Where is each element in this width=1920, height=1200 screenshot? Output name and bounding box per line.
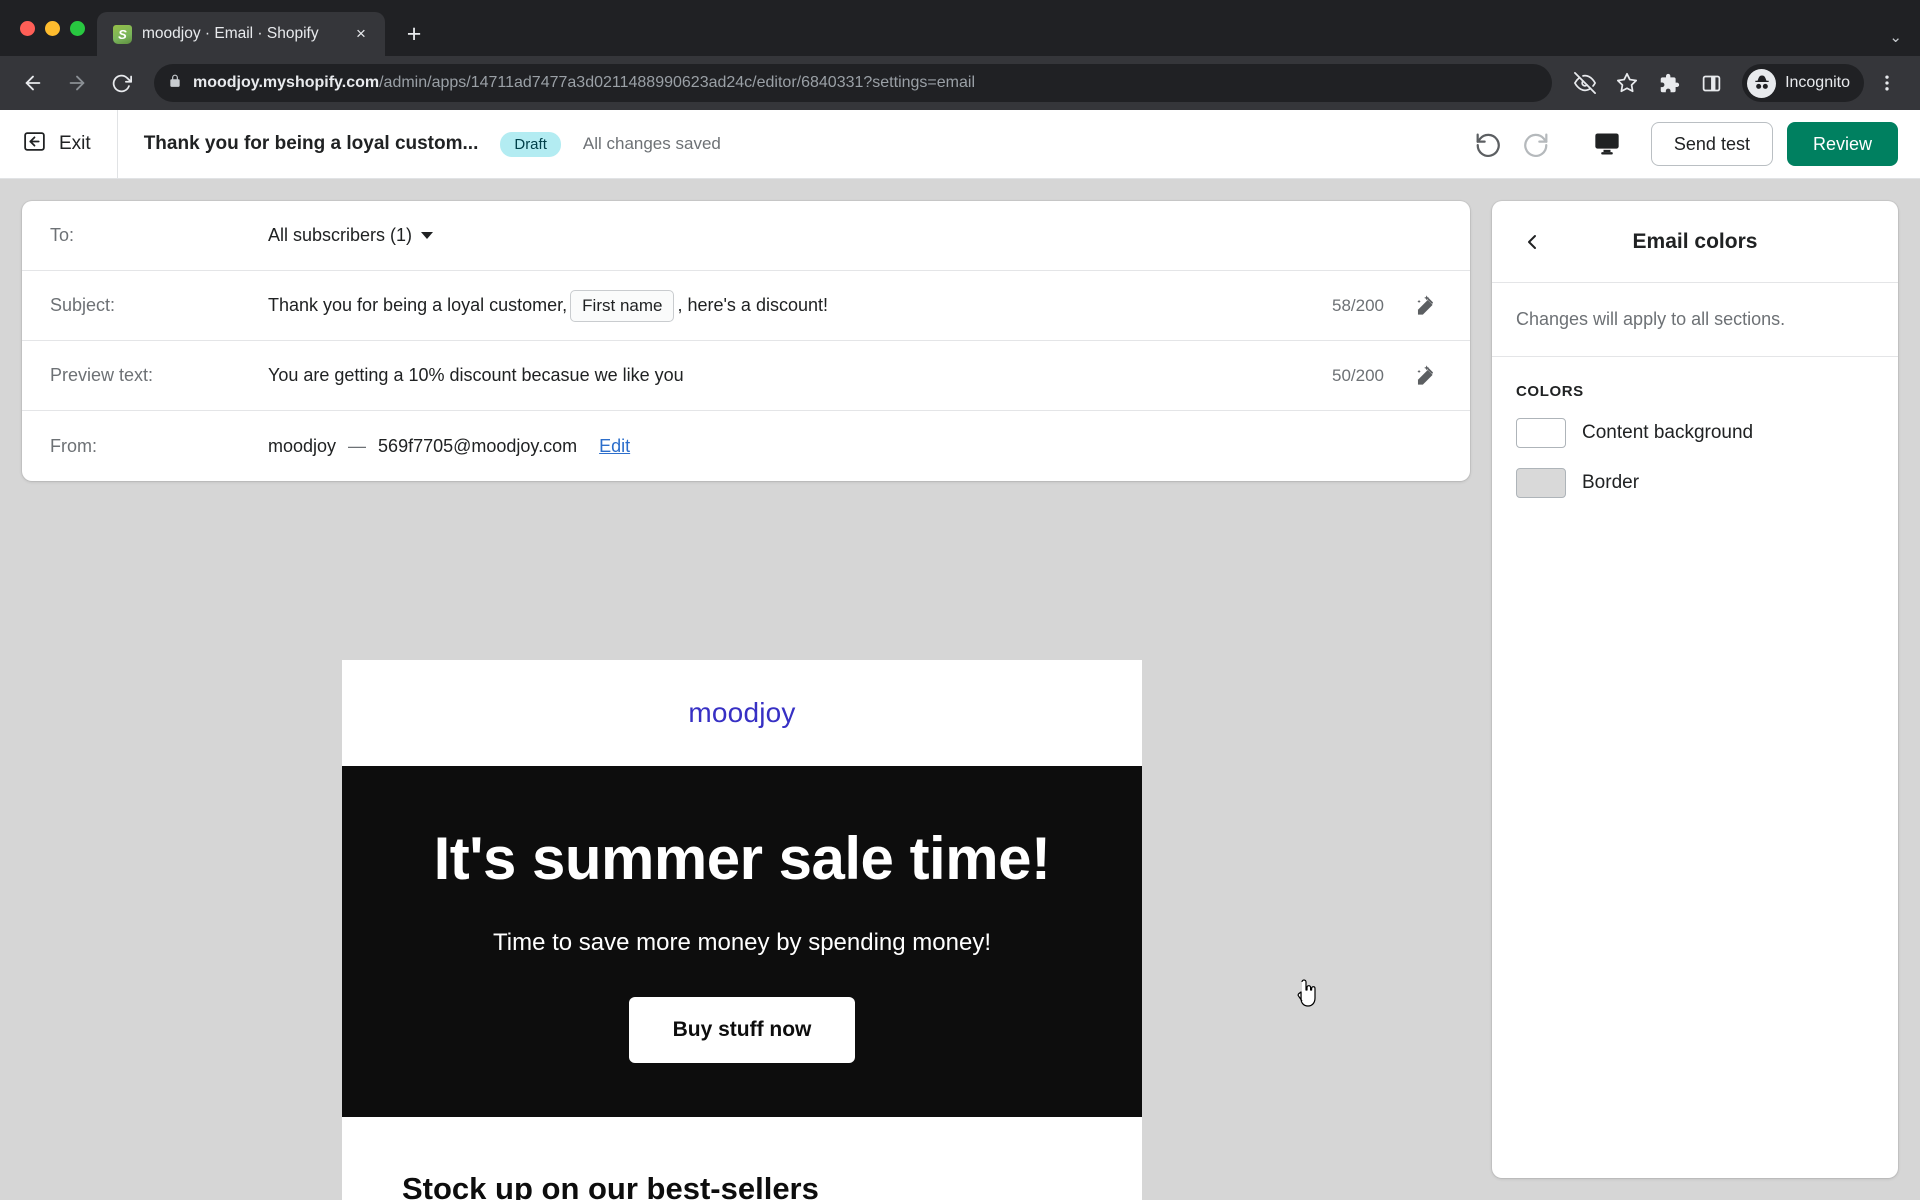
- panel-title: Email colors: [1632, 229, 1758, 253]
- eye-off-icon[interactable]: [1566, 64, 1604, 102]
- from-label: From:: [50, 435, 97, 456]
- color-label: Border: [1582, 472, 1640, 493]
- email-title: Thank you for being a loyal custom...: [143, 133, 479, 154]
- saved-status-text: All changes saved: [582, 134, 721, 153]
- bestsellers-heading: Stock up on our best-sellers: [402, 1170, 819, 1200]
- lock-icon: [168, 74, 182, 93]
- browser-window: S moodjoy · Email · Shopify × + ⌄ moodjo…: [0, 0, 1920, 1200]
- email-logo: moodjoy: [688, 697, 796, 728]
- color-row-content-background[interactable]: Content background: [1516, 418, 1874, 448]
- hero-cta-button[interactable]: Buy stuff now: [628, 996, 856, 1063]
- to-value: All subscribers (1): [268, 225, 1444, 246]
- email-colors-panel: Email colors Changes will apply to all s…: [1492, 201, 1898, 1178]
- from-email: 569f7705@moodjoy.com: [378, 435, 578, 456]
- shopify-bag-icon: S: [113, 24, 132, 44]
- preview-text-counter: 50/200: [1332, 365, 1384, 385]
- subject-input[interactable]: Thank you for being a loyal customer, Fi…: [268, 289, 1314, 322]
- subject-counter: 58/200: [1332, 295, 1384, 315]
- exit-label: Exit: [59, 133, 91, 154]
- send-test-button[interactable]: Send test: [1650, 122, 1773, 166]
- redo-button[interactable]: [1515, 122, 1559, 166]
- side-panel-icon[interactable]: [1692, 64, 1730, 102]
- hero-heading: It's summer sale time!: [433, 825, 1051, 892]
- exit-button[interactable]: Exit: [0, 110, 117, 179]
- maximize-window-button[interactable]: [70, 20, 85, 36]
- url-path: /admin/apps/14711ad7477a3d0211488990623a…: [379, 74, 975, 91]
- url-domain: moodjoy.myshopify.com: [193, 74, 380, 91]
- header-divider: [116, 109, 118, 179]
- edit-from-link[interactable]: Edit: [599, 436, 630, 457]
- puzzle-icon[interactable]: [1650, 64, 1688, 102]
- new-tab-button[interactable]: +: [397, 17, 431, 51]
- close-window-button[interactable]: [20, 20, 35, 36]
- back-icon[interactable]: [14, 64, 52, 102]
- email-canvas: moodjoy It's summer sale time! Time to s…: [342, 660, 1142, 1200]
- subject-label: Subject:: [50, 295, 116, 315]
- subject-text-before: Thank you for being a loyal customer,: [268, 295, 568, 315]
- preview-text-field-row: Preview text: You are getting a 10% disc…: [22, 341, 1470, 411]
- preview-text-label: Preview text:: [50, 365, 154, 385]
- email-hero-section[interactable]: It's summer sale time! Time to save more…: [342, 766, 1142, 1117]
- tab-strip: S moodjoy · Email · Shopify × + ⌄: [0, 0, 1920, 56]
- exit-icon: [22, 129, 47, 160]
- desktop-preview-button[interactable]: [1585, 122, 1629, 166]
- from-separator: —: [348, 435, 367, 456]
- color-swatch[interactable]: [1516, 418, 1566, 448]
- profile-chip[interactable]: Incognito: [1742, 64, 1864, 102]
- panel-header: Email colors: [1492, 201, 1898, 283]
- hero-subheading: Time to save more money by spending mone…: [492, 928, 991, 956]
- color-label: Content background: [1582, 422, 1754, 443]
- editor-header: Exit Thank you for being a loyal custom.…: [0, 109, 1920, 179]
- forward-icon[interactable]: [58, 64, 96, 102]
- preview-text-input[interactable]: You are getting a 10% discount becasue w…: [268, 365, 1314, 386]
- to-field-row: To: All subscribers (1): [22, 201, 1470, 271]
- status-badge: Draft: [500, 131, 561, 157]
- tab-title: moodjoy · Email · Shopify: [142, 25, 319, 42]
- address-bar[interactable]: moodjoy.myshopify.com/admin/apps/14711ad…: [154, 64, 1553, 102]
- editor-workspace: To: All subscribers (1) Subject: Thank y…: [0, 179, 1920, 1200]
- color-row-border[interactable]: Border: [1516, 468, 1874, 498]
- url-text: moodjoy.myshopify.com/admin/apps/14711ad…: [193, 74, 975, 92]
- magic-wand-icon[interactable]: [1406, 357, 1444, 395]
- colors-section-title: COLORS: [1516, 383, 1584, 400]
- email-preview-area: moodjoy It's summer sale time! Time to s…: [22, 660, 1470, 1200]
- chevron-down-icon: [421, 232, 434, 239]
- reload-icon[interactable]: [102, 64, 140, 102]
- color-swatch[interactable]: [1516, 468, 1566, 498]
- subject-field-row: Subject: Thank you for being a loyal cus…: [22, 271, 1470, 341]
- star-icon[interactable]: [1608, 64, 1646, 102]
- first-name-token[interactable]: First name: [570, 289, 675, 322]
- from-field-row: From: moodjoy — 569f7705@moodjoy.com Edi…: [22, 411, 1470, 481]
- tab-list-chevron-icon[interactable]: ⌄: [1889, 28, 1902, 46]
- to-label: To:: [50, 225, 75, 245]
- window-controls: [14, 0, 97, 56]
- recipient-label: All subscribers (1): [268, 225, 413, 245]
- incognito-avatar-icon: [1747, 68, 1777, 98]
- panel-body: COLORS Content background Border: [1492, 357, 1898, 544]
- email-logo-section[interactable]: moodjoy: [342, 660, 1142, 766]
- from-value: moodjoy — 569f7705@moodjoy.com Edit: [268, 436, 1444, 457]
- email-fields-card: To: All subscribers (1) Subject: Thank y…: [22, 201, 1470, 481]
- chevron-left-icon[interactable]: [1512, 222, 1552, 262]
- profile-label: Incognito: [1785, 74, 1850, 91]
- subject-text-after: , here's a discount!: [677, 295, 828, 315]
- three-dot-menu-icon[interactable]: [1868, 64, 1906, 102]
- from-sender-name: moodjoy: [268, 435, 337, 456]
- magic-wand-icon[interactable]: [1406, 287, 1444, 325]
- toolbar-right-group: Incognito: [1566, 64, 1906, 102]
- panel-note: Changes will apply to all sections.: [1492, 283, 1898, 357]
- minimize-window-button[interactable]: [45, 20, 60, 36]
- close-tab-icon[interactable]: ×: [349, 22, 373, 46]
- email-bestsellers-section[interactable]: Stock up on our best-sellers: [342, 1116, 1142, 1200]
- browser-toolbar: moodjoy.myshopify.com/admin/apps/14711ad…: [0, 56, 1920, 110]
- review-button[interactable]: Review: [1786, 122, 1898, 166]
- recipient-selector[interactable]: All subscribers (1): [268, 225, 434, 246]
- shopify-email-editor: Exit Thank you for being a loyal custom.…: [0, 109, 1920, 1200]
- browser-tab[interactable]: S moodjoy · Email · Shopify ×: [97, 12, 385, 56]
- undo-button[interactable]: [1465, 122, 1509, 166]
